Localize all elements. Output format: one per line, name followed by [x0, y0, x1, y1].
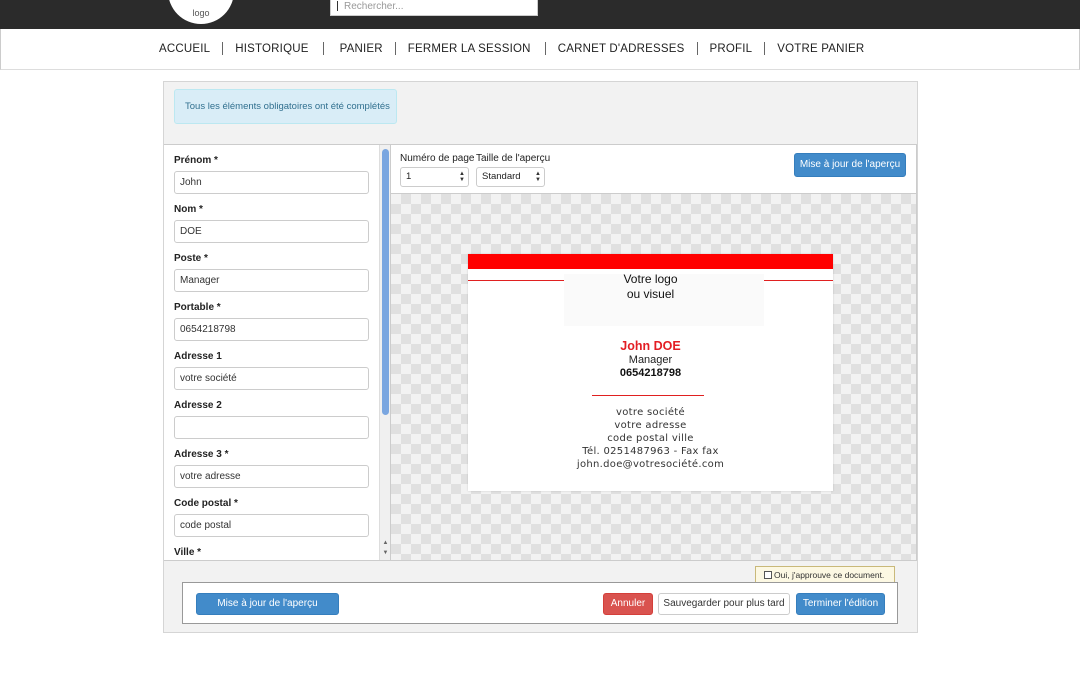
nav-label[interactable]: FERMER LA SESSION	[408, 43, 531, 55]
field-label: Ville *	[174, 547, 202, 558]
main-nav: ACCUEIL HISTORIQUE PANIER FERMER LA SESS…	[0, 29, 1080, 70]
card-email-line: john.doe@votresociété.com	[576, 459, 725, 470]
finish-editing-button[interactable]: Terminer l'édition	[796, 593, 885, 615]
scrollbar-thumb[interactable]	[382, 149, 389, 415]
card-logo-placeholder: Votre logo ou visuel	[468, 272, 833, 302]
text-caret	[337, 1, 338, 12]
card-address-line: code postal ville	[607, 433, 694, 444]
preview-canvas: Votre logo ou visuel John DOE Manager 06…	[391, 194, 917, 561]
card-name: John DOE	[620, 339, 681, 353]
adresse-1-input[interactable]: votre société	[174, 367, 369, 390]
field-label: Poste *	[174, 253, 208, 264]
nav-item-historique[interactable]: HISTORIQUE	[235, 42, 339, 55]
nav-divider	[222, 42, 224, 55]
portable-input[interactable]: 0654218798	[174, 318, 369, 341]
nav-divider	[394, 42, 396, 55]
nav-divider	[764, 42, 766, 55]
field-ville: Ville *	[174, 547, 369, 560]
field-adresse-2: Adresse 2	[174, 400, 369, 439]
search-placeholder: Rechercher...	[344, 1, 404, 12]
approve-label: Oui, j'approuve ce document.	[774, 570, 885, 580]
cancel-button[interactable]: Annuler	[603, 593, 653, 615]
field-portable: Portable * 0654218798	[174, 302, 369, 341]
scroll-up-arrow-icon[interactable]: ▲	[381, 539, 390, 547]
card-red-bar	[468, 254, 833, 269]
nav-label[interactable]: PROFIL	[710, 43, 753, 55]
nav-item-panier[interactable]: PANIER	[340, 42, 408, 55]
field-label: Portable *	[174, 302, 221, 313]
card-address-line: votre adresse	[614, 420, 687, 431]
nav-divider	[696, 42, 698, 55]
checkbox-icon[interactable]	[764, 571, 772, 579]
nav-item-profil[interactable]: PROFIL	[710, 42, 778, 55]
field-nom: Nom * DOE	[174, 204, 369, 243]
form-scrollbar[interactable]: ▲ ▼	[379, 145, 390, 560]
nav-divider	[544, 42, 546, 55]
search-input[interactable]: Rechercher...	[330, 0, 538, 16]
nav-label[interactable]: HISTORIQUE	[235, 43, 308, 55]
field-prenom: Prénom * John	[174, 155, 369, 194]
select-arrows-icon: ▲ ▼	[459, 171, 465, 183]
logo-text: logo	[192, 8, 210, 18]
nav-label[interactable]: CARNET D'ADRESSES	[558, 43, 685, 55]
save-later-button[interactable]: Sauvegarder pour plus tard	[658, 593, 790, 615]
site-logo[interactable]: logo	[168, 0, 234, 24]
card-separator-line	[592, 395, 704, 396]
nav-item-carnet-adresses[interactable]: CARNET D'ADRESSES	[558, 42, 710, 55]
form-panel: Prénom * John Nom * DOE Poste * Manager …	[164, 144, 391, 561]
card-logo-line-1: Votre logo	[623, 272, 678, 286]
field-label: Nom *	[174, 204, 203, 215]
preview-size-select[interactable]: Standard ▲ ▼	[476, 167, 545, 187]
field-label: Code postal *	[174, 498, 238, 509]
preview-size-label: Taille de l'aperçu	[476, 153, 551, 164]
update-preview-button[interactable]: Mise à jour de l'aperçu	[794, 153, 906, 177]
nav-divider	[322, 42, 324, 55]
nav-item-fermer-session[interactable]: FERMER LA SESSION	[408, 42, 558, 55]
card-address-line: votre société	[616, 407, 685, 418]
business-card-preview: Votre logo ou visuel John DOE Manager 06…	[468, 254, 833, 491]
adresse-3-input[interactable]: votre adresse	[174, 465, 369, 488]
field-adresse-3: Adresse 3 * votre adresse	[174, 449, 369, 488]
field-label: Adresse 2	[174, 400, 222, 411]
card-phone: 0654218798	[619, 367, 682, 379]
field-code-postal: Code postal * code postal	[174, 498, 369, 537]
preview-toolbar: Numéro de page 1 ▲ ▼ Taille de l'aperçu S…	[391, 144, 917, 194]
editor-container: Tous les éléments obligatoires ont été c…	[163, 81, 918, 633]
nav-item-votre-panier[interactable]: VOTRE PANIER	[777, 42, 864, 55]
top-bar: logo Rechercher...	[0, 0, 1080, 29]
select-arrows-icon: ▲ ▼	[535, 171, 541, 183]
completion-alert: Tous les éléments obligatoires ont été c…	[174, 89, 397, 124]
card-job-title: Manager	[628, 354, 673, 366]
update-preview-footer-button[interactable]: Mise à jour de l'aperçu	[196, 593, 339, 615]
field-adresse-1: Adresse 1 votre société	[174, 351, 369, 390]
poste-input[interactable]: Manager	[174, 269, 369, 292]
page-number-select[interactable]: 1 ▲ ▼	[400, 167, 469, 187]
field-poste: Poste * Manager	[174, 253, 369, 292]
nav-label[interactable]: VOTRE PANIER	[777, 43, 864, 55]
card-tel-fax-line: Tél. 0251487963 - Fax fax	[582, 446, 719, 457]
nav-label[interactable]: ACCUEIL	[159, 43, 210, 55]
nav-item-accueil[interactable]: ACCUEIL	[159, 42, 235, 55]
footer-actions: Mise à jour de l'aperçu Annuler Sauvegar…	[182, 582, 898, 624]
nom-input[interactable]: DOE	[174, 220, 369, 243]
field-label: Adresse 3 *	[174, 449, 229, 460]
nav-label[interactable]: PANIER	[340, 43, 383, 55]
scroll-down-arrow-icon[interactable]: ▼	[381, 549, 390, 557]
page-number-label: Numéro de page	[400, 153, 475, 164]
page-number-value: 1	[406, 171, 412, 182]
prenom-input[interactable]: John	[174, 171, 369, 194]
card-logo-line-2: ou visuel	[626, 287, 675, 301]
field-label: Prénom *	[174, 155, 218, 166]
field-label: Adresse 1	[174, 351, 222, 362]
code-postal-input[interactable]: code postal	[174, 514, 369, 537]
preview-size-value: Standard	[482, 171, 521, 182]
adresse-2-input[interactable]	[174, 416, 369, 439]
